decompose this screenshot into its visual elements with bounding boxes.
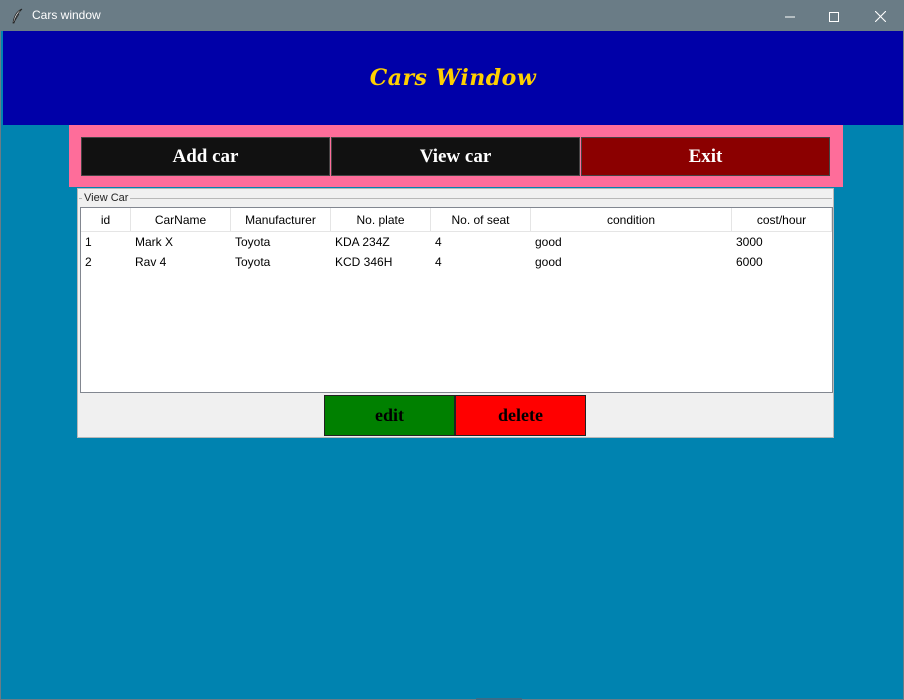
page-title: Cars Window bbox=[369, 65, 537, 91]
title-bar[interactable]: Cars window bbox=[1, 1, 904, 31]
cell-condition: good bbox=[535, 235, 562, 249]
add-car-button[interactable]: Add car bbox=[81, 137, 330, 176]
maximize-icon bbox=[829, 7, 839, 26]
edit-button[interactable]: edit bbox=[324, 395, 455, 436]
minimize-icon bbox=[785, 7, 795, 26]
column-header-plate[interactable]: No. plate bbox=[331, 208, 431, 232]
cars-table[interactable]: id CarName Manufacturer No. plate No. of… bbox=[80, 207, 833, 393]
header-banner: Cars Window bbox=[3, 31, 903, 125]
table-row[interactable]: 2 Rav 4 Toyota KCD 346H 4 good 6000 bbox=[81, 252, 832, 272]
close-icon bbox=[874, 7, 886, 26]
cell-plate: KDA 234Z bbox=[335, 235, 390, 249]
close-button[interactable] bbox=[857, 1, 903, 31]
cell-carname: Rav 4 bbox=[135, 255, 167, 269]
cell-manufacturer: Toyota bbox=[235, 235, 271, 249]
cell-plate: KCD 346H bbox=[335, 255, 393, 269]
column-header-id[interactable]: id bbox=[81, 208, 131, 232]
cell-cost: 3000 bbox=[736, 235, 763, 249]
app-window: Cars window Cars Window Add car View car… bbox=[0, 0, 904, 700]
cell-id: 1 bbox=[85, 235, 92, 249]
minimize-button[interactable] bbox=[767, 1, 813, 31]
menu-bar: Add car View car Exit bbox=[69, 125, 843, 187]
group-border bbox=[79, 198, 832, 199]
column-header-cost[interactable]: cost/hour bbox=[732, 208, 832, 232]
column-header-condition[interactable]: condition bbox=[531, 208, 732, 232]
maximize-button[interactable] bbox=[811, 1, 857, 31]
window-title: Cars window bbox=[32, 8, 101, 22]
column-header-manufacturer[interactable]: Manufacturer bbox=[231, 208, 331, 232]
cell-carname: Mark X bbox=[135, 235, 174, 249]
cell-seats: 4 bbox=[435, 235, 442, 249]
cell-condition: good bbox=[535, 255, 562, 269]
column-header-carname[interactable]: CarName bbox=[131, 208, 231, 232]
cell-cost: 6000 bbox=[736, 255, 763, 269]
cell-manufacturer: Toyota bbox=[235, 255, 271, 269]
cell-seats: 4 bbox=[435, 255, 442, 269]
view-car-panel: View Car id CarName Manufacturer No. pla… bbox=[77, 188, 834, 438]
view-car-button[interactable]: View car bbox=[331, 137, 580, 176]
feather-icon bbox=[11, 8, 25, 24]
table-row[interactable]: 1 Mark X Toyota KDA 234Z 4 good 3000 bbox=[81, 232, 832, 252]
delete-button[interactable]: delete bbox=[455, 395, 586, 436]
table-header: id CarName Manufacturer No. plate No. of… bbox=[81, 208, 832, 232]
cell-id: 2 bbox=[85, 255, 92, 269]
panel-legend: View Car bbox=[82, 192, 131, 204]
exit-button[interactable]: Exit bbox=[581, 137, 830, 176]
column-header-seats[interactable]: No. of seat bbox=[431, 208, 531, 232]
